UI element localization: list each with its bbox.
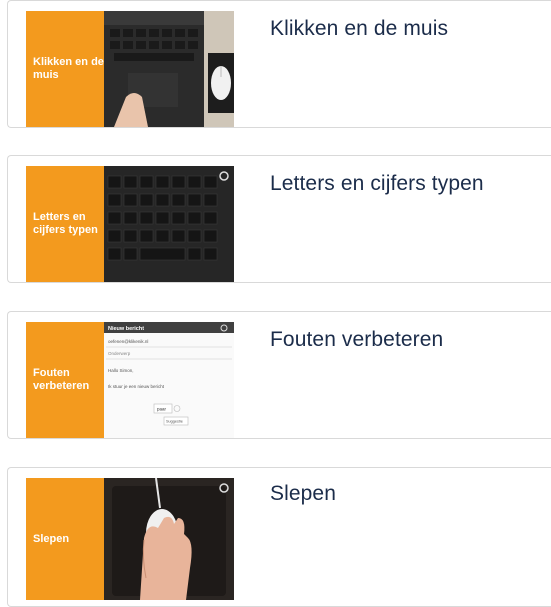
lesson-thumbnail[interactable]: Letters en cijfers typen bbox=[26, 166, 234, 282]
email-body: Ik stuur je een nieuw bericht bbox=[108, 384, 165, 389]
email-editor-preview: Nieuw bericht oefenen@klikenik.nl Onderw… bbox=[104, 322, 234, 438]
lesson-thumbnail[interactable]: Fouten verbeteren Nieuw bericht oefenen@… bbox=[26, 322, 234, 438]
lesson-card-klikken[interactable]: Klikken en de muis Klikken en de muis bbox=[7, 0, 551, 128]
email-to: oefenen@klikenik.nl bbox=[108, 339, 148, 344]
email-header: Nieuw bericht bbox=[108, 326, 144, 332]
thumbnail-label-panel: Fouten verbeteren bbox=[26, 322, 104, 438]
thumbnail-label: Klikken en de muis bbox=[33, 56, 104, 81]
thumbnail-label-panel: Slepen bbox=[26, 478, 104, 600]
popup-word: paar bbox=[157, 407, 167, 412]
thumbnail-label: Letters en cijfers typen bbox=[33, 211, 98, 236]
lesson-card-fouten[interactable]: Fouten verbeteren Nieuw bericht oefenen@… bbox=[7, 311, 551, 439]
lesson-thumbnail[interactable]: Klikken en de muis bbox=[26, 11, 234, 127]
thumbnail-label: Fouten verbeteren bbox=[33, 367, 90, 392]
laptop-mouse-photo bbox=[104, 11, 234, 127]
lesson-title[interactable]: Klikken en de muis bbox=[270, 17, 448, 41]
lesson-thumbnail[interactable]: Slepen bbox=[26, 478, 234, 600]
lesson-card-slepen[interactable]: Slepen Slepen bbox=[7, 467, 551, 607]
thumbnail-label: Slepen bbox=[33, 532, 70, 545]
lesson-card-letters[interactable]: Letters en cijfers typen Letters en cijf… bbox=[7, 155, 551, 283]
lesson-title[interactable]: Slepen bbox=[270, 482, 336, 506]
lesson-title[interactable]: Letters en cijfers typen bbox=[270, 172, 484, 196]
email-subject: Onderwerp bbox=[108, 351, 131, 356]
email-greeting: Hallo Simon, bbox=[108, 368, 134, 373]
thumbnail-label-panel: Klikken en de muis bbox=[26, 11, 104, 127]
hand-on-mouse-photo bbox=[104, 478, 234, 600]
popup-hint: Suggestie bbox=[166, 420, 183, 424]
lesson-title[interactable]: Fouten verbeteren bbox=[270, 328, 443, 352]
keyboard-photo bbox=[104, 166, 234, 282]
thumbnail-label-panel: Letters en cijfers typen bbox=[26, 166, 104, 282]
